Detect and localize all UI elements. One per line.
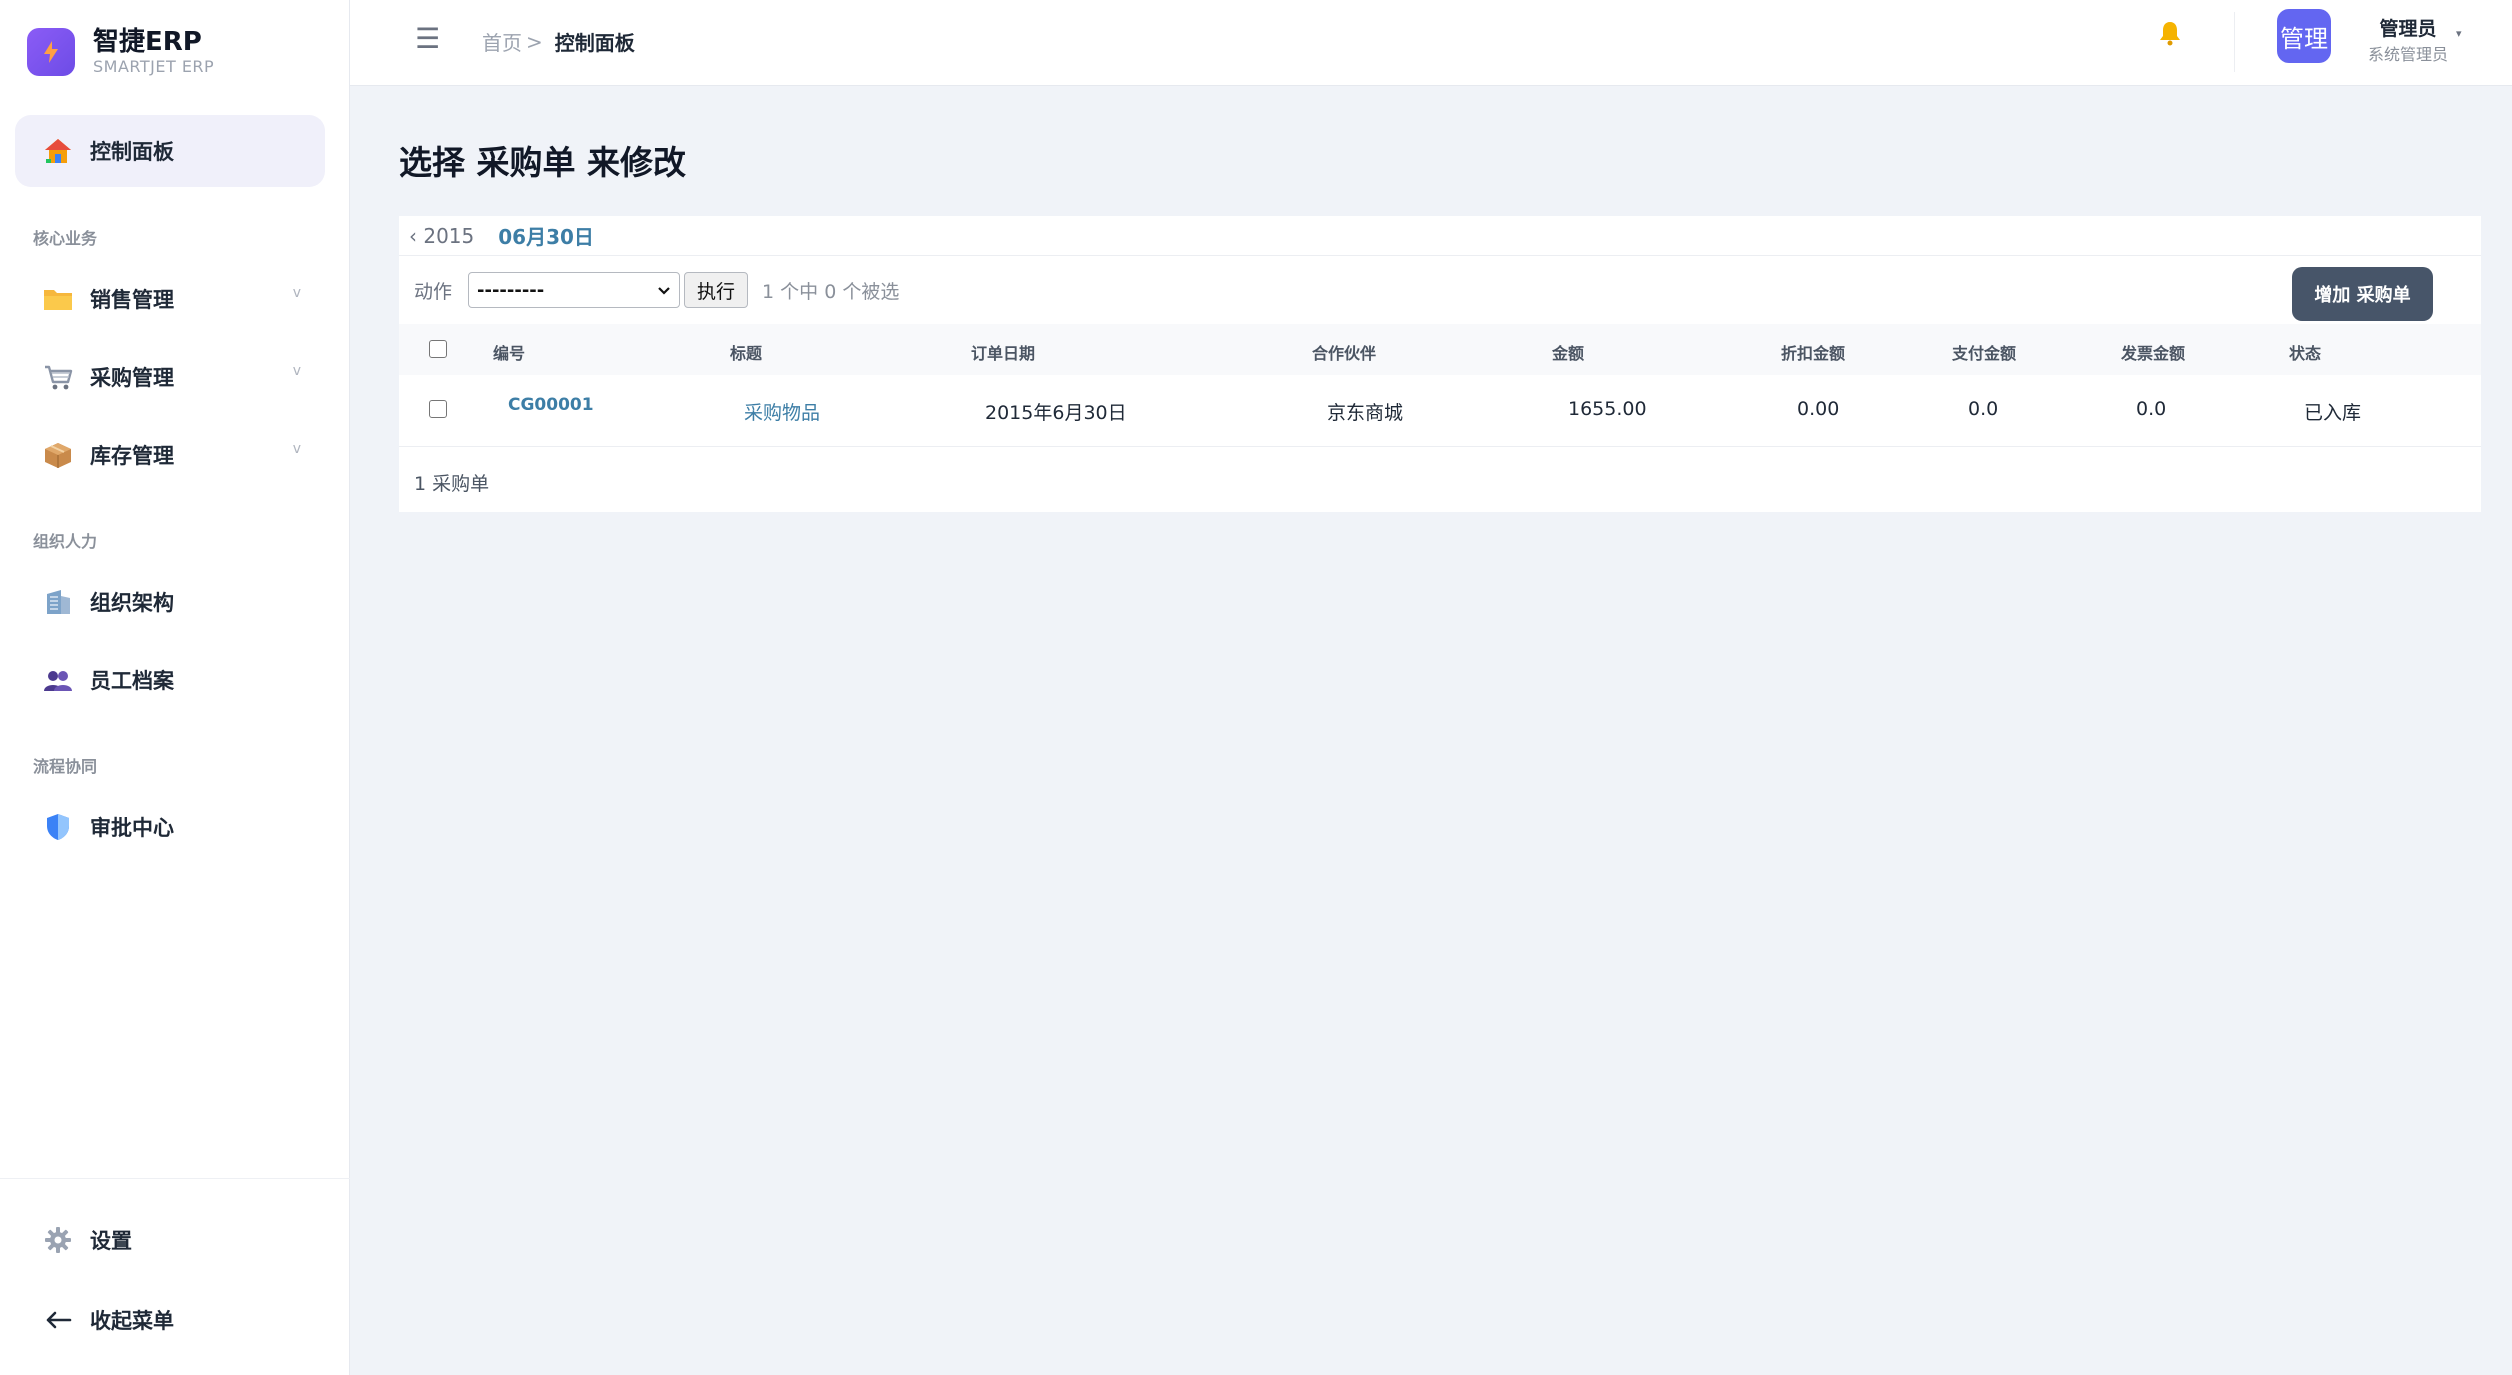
sidebar-section-workflow: 流程协同	[33, 757, 98, 776]
table-header: 编号 标题 订单日期 合作伙伴 金额 折扣金额 支付金额 发票金额 状态	[399, 324, 2481, 375]
topbar-divider	[2234, 12, 2235, 72]
date-current: 06月30日	[498, 225, 594, 249]
user-name[interactable]: 管理员	[2352, 14, 2464, 41]
column-header-discount[interactable]: 折扣金额	[1781, 340, 1845, 364]
table-row: CG00001 采购物品 2015年6月30日 京东商城 1655.00 0.0…	[399, 375, 2481, 447]
order-paid: 0.0	[1968, 398, 1999, 420]
house-icon	[42, 135, 74, 167]
order-invoiced: 0.0	[2136, 398, 2167, 420]
chevron-down-icon	[657, 280, 671, 301]
sidebar-item-inventory[interactable]: 库存管理 v	[15, 419, 325, 491]
breadcrumb-home-link[interactable]: 首页	[482, 27, 522, 56]
shield-icon	[42, 811, 74, 843]
add-purchase-order-button[interactable]: 增加 采购单	[2292, 267, 2433, 321]
sidebar-item-label: 设置	[90, 1229, 132, 1253]
brand-title: 智捷ERP	[93, 27, 202, 57]
column-header-paid[interactable]: 支付金额	[1952, 340, 2016, 364]
result-count: 1 采购单	[414, 473, 490, 495]
collapse-menu-button[interactable]: 收起菜单	[15, 1284, 325, 1356]
changelist-panel: ‹ 2015 06月30日 动作 --------- 执行 1 个中 0 个被选…	[399, 216, 2481, 512]
package-icon	[42, 439, 74, 471]
gear-icon	[42, 1224, 74, 1256]
column-header-invoiced[interactable]: 发票金额	[2121, 340, 2185, 364]
column-header-partner[interactable]: 合作伙伴	[1312, 340, 1376, 364]
sidebar-divider	[0, 1178, 350, 1179]
sidebar-item-purchase[interactable]: 采购管理 v	[15, 341, 325, 413]
sidebar-item-label: 销售管理	[90, 288, 174, 312]
bell-icon[interactable]	[2158, 20, 2182, 53]
folder-icon	[42, 283, 74, 315]
sidebar-item-label: 审批中心	[90, 816, 174, 840]
column-header-amount[interactable]: 金额	[1552, 340, 1584, 364]
selection-count: 1 个中 0 个被选	[762, 280, 900, 303]
column-header-title[interactable]: 标题	[730, 340, 762, 364]
sidebar-item-dashboard[interactable]: 控制面板	[15, 115, 325, 187]
go-button[interactable]: 执行	[684, 272, 749, 308]
sidebar-item-sales[interactable]: 销售管理 v	[15, 263, 325, 335]
brand-subtitle: SMARTJET ERP	[93, 57, 215, 76]
order-partner: 京东商城	[1327, 402, 1404, 424]
lightning-logo-icon	[27, 28, 75, 76]
order-amount: 1655.00	[1568, 398, 1647, 420]
select-all-checkbox[interactable]	[429, 340, 447, 358]
sidebar-item-org[interactable]: 组织架构	[15, 566, 325, 638]
chevron-down-icon[interactable]: v	[293, 441, 301, 457]
order-date: 2015年6月30日	[985, 402, 1127, 424]
column-header-status[interactable]: 状态	[2289, 340, 2321, 364]
order-discount: 0.00	[1797, 398, 1840, 420]
sidebar: 智捷ERP SMARTJET ERP 控制面板 核心业务 销售管理 v 采购管理…	[0, 0, 350, 1375]
actions-label: 动作	[414, 280, 453, 303]
arrow-left-icon	[42, 1304, 74, 1336]
date-hierarchy: ‹ 2015 06月30日	[399, 216, 2481, 256]
building-icon	[42, 586, 74, 618]
order-title-link[interactable]: 采购物品	[744, 398, 820, 425]
order-id-link[interactable]: CG00001	[508, 395, 594, 415]
row-checkbox[interactable]	[429, 400, 447, 418]
brand[interactable]: 智捷ERP SMARTJET ERP	[27, 24, 214, 80]
page-title: 选择 采购单 来修改	[399, 143, 686, 182]
avatar[interactable]: 管理	[2277, 9, 2331, 63]
sidebar-item-label: 采购管理	[90, 366, 174, 390]
topbar: ☰ 首页 > 控制面板 管理 管理员 系统管理员 ▾	[350, 0, 2512, 86]
breadcrumb-current: 控制面板	[554, 31, 635, 55]
sidebar-item-settings[interactable]: 设置	[15, 1204, 325, 1276]
sidebar-item-approval[interactable]: 审批中心	[15, 791, 325, 863]
hamburger-menu-icon[interactable]: ☰	[415, 22, 440, 55]
action-select-value: ---------	[477, 279, 545, 301]
date-back-link[interactable]: ‹ 2015	[409, 224, 474, 248]
action-select[interactable]: ---------	[468, 272, 681, 308]
chevron-down-icon[interactable]: v	[293, 363, 301, 379]
sidebar-item-employees[interactable]: 员工档案	[15, 644, 325, 716]
sidebar-item-label: 控制面板	[90, 140, 174, 164]
sidebar-item-label: 员工档案	[90, 669, 174, 693]
sidebar-item-label: 库存管理	[90, 444, 174, 468]
sidebar-section-hr: 组织人力	[33, 532, 98, 551]
actions-bar: 动作 --------- 执行 1 个中 0 个被选 增加 采购单	[399, 257, 2481, 323]
chevron-down-icon[interactable]: v	[293, 285, 301, 301]
chevron-down-icon[interactable]: ▾	[2456, 27, 2462, 40]
column-header-id[interactable]: 编号	[493, 340, 525, 364]
breadcrumb: 首页 > 控制面板	[482, 27, 635, 56]
sidebar-section-core: 核心业务	[33, 229, 98, 248]
cart-icon	[42, 361, 74, 393]
sidebar-item-label: 组织架构	[90, 591, 174, 615]
sidebar-item-label: 收起菜单	[90, 1309, 174, 1333]
people-icon	[42, 664, 74, 696]
column-header-order-date[interactable]: 订单日期	[971, 340, 1035, 364]
status-badge: 已入库	[2304, 402, 2362, 424]
breadcrumb-separator: >	[526, 29, 543, 54]
user-role: 系统管理员	[2367, 45, 2448, 64]
